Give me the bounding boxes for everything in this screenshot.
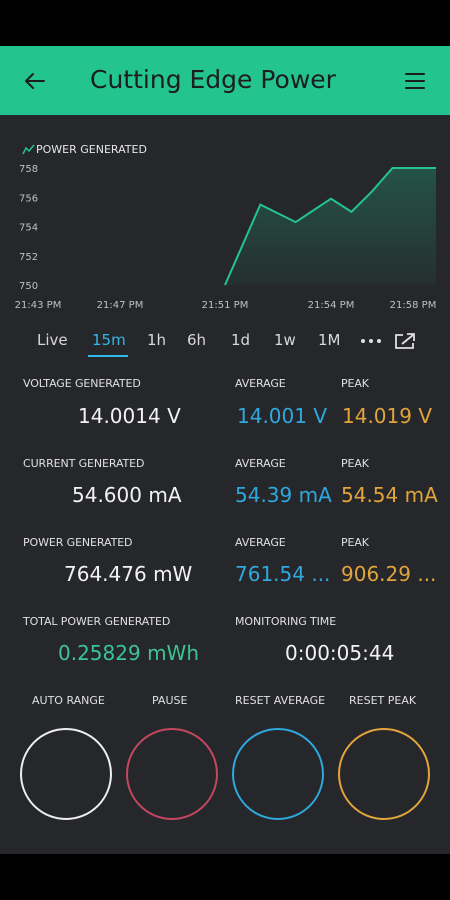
current-average-value: 54.39 mA <box>235 483 332 507</box>
pause-button[interactable] <box>126 728 218 820</box>
total-power-label: TOTAL POWER GENERATED <box>23 615 171 628</box>
y-tick-label-0: 758 <box>19 164 38 175</box>
voltage-peak-label: PEAK <box>341 377 369 390</box>
x-tick-label-2: 21:51 PM <box>202 300 249 311</box>
y-tick-label-2: 754 <box>19 223 38 234</box>
more-options-icon[interactable] <box>360 338 382 344</box>
power-chart[interactable]: 758 756 754 752 750 21:43 PM 21:47 PM 21:51 PM 2… <box>0 0 450 330</box>
power-average-label: AVERAGE <box>235 536 286 549</box>
y-tick-label-4: 750 <box>19 281 38 292</box>
current-label: CURRENT GENERATED <box>23 457 145 470</box>
x-tick-label-0: 21:43 PM <box>15 300 62 311</box>
chart-area <box>225 168 436 285</box>
current-peak-label: PEAK <box>341 457 369 470</box>
monitoring-time-value: 0:00:05:44 <box>285 641 395 665</box>
time-range-tabs: Live 15m 1h 6h 1d 1w 1M <box>0 322 450 362</box>
x-tick-label-3: 21:54 PM <box>308 300 355 311</box>
voltage-label: VOLTAGE GENERATED <box>23 377 141 390</box>
reset-peak-button[interactable] <box>338 728 430 820</box>
power-average-value: 761.54 ... <box>235 562 331 586</box>
tab-15m[interactable]: 15m <box>92 331 126 349</box>
auto-range-button[interactable] <box>20 728 112 820</box>
auto-range-label: AUTO RANGE <box>32 694 105 707</box>
pause-label: PAUSE <box>152 694 188 707</box>
current-value: 54.600 mA <box>72 483 182 507</box>
reset-peak-label: RESET PEAK <box>349 694 417 707</box>
power-peak-label: PEAK <box>341 536 369 549</box>
y-tick-label-1: 756 <box>19 193 38 204</box>
voltage-value: 14.0014 V <box>78 404 181 428</box>
y-tick-label-3: 752 <box>19 252 38 263</box>
tab-1w[interactable]: 1w <box>274 331 296 349</box>
export-icon[interactable] <box>394 332 416 350</box>
tab-6h[interactable]: 6h <box>187 331 206 349</box>
monitoring-time-label: MONITORING TIME <box>235 615 337 628</box>
voltage-average-value: 14.001 V <box>237 404 328 428</box>
voltage-average-label: AVERAGE <box>235 377 286 390</box>
x-tick-label-1: 21:47 PM <box>97 300 144 311</box>
voltage-peak-value: 14.019 V <box>342 404 433 428</box>
current-average-label: AVERAGE <box>235 457 286 470</box>
tab-live[interactable]: Live <box>37 331 68 349</box>
tab-1d[interactable]: 1d <box>231 331 250 349</box>
current-peak-value: 54.54 mA <box>341 483 438 507</box>
power-label: POWER GENERATED <box>23 536 133 549</box>
power-peak-value: 906.29 ... <box>341 562 437 586</box>
tab-1h[interactable]: 1h <box>147 331 166 349</box>
reset-average-button[interactable] <box>232 728 324 820</box>
x-tick-label-4: 21:58 PM <box>390 300 437 311</box>
total-power-value: 0.25829 mWh <box>58 641 199 665</box>
active-tab-indicator <box>88 355 128 357</box>
tab-1m[interactable]: 1M <box>318 331 341 349</box>
power-value: 764.476 mW <box>64 562 193 586</box>
reset-average-label: RESET AVERAGE <box>235 694 326 707</box>
